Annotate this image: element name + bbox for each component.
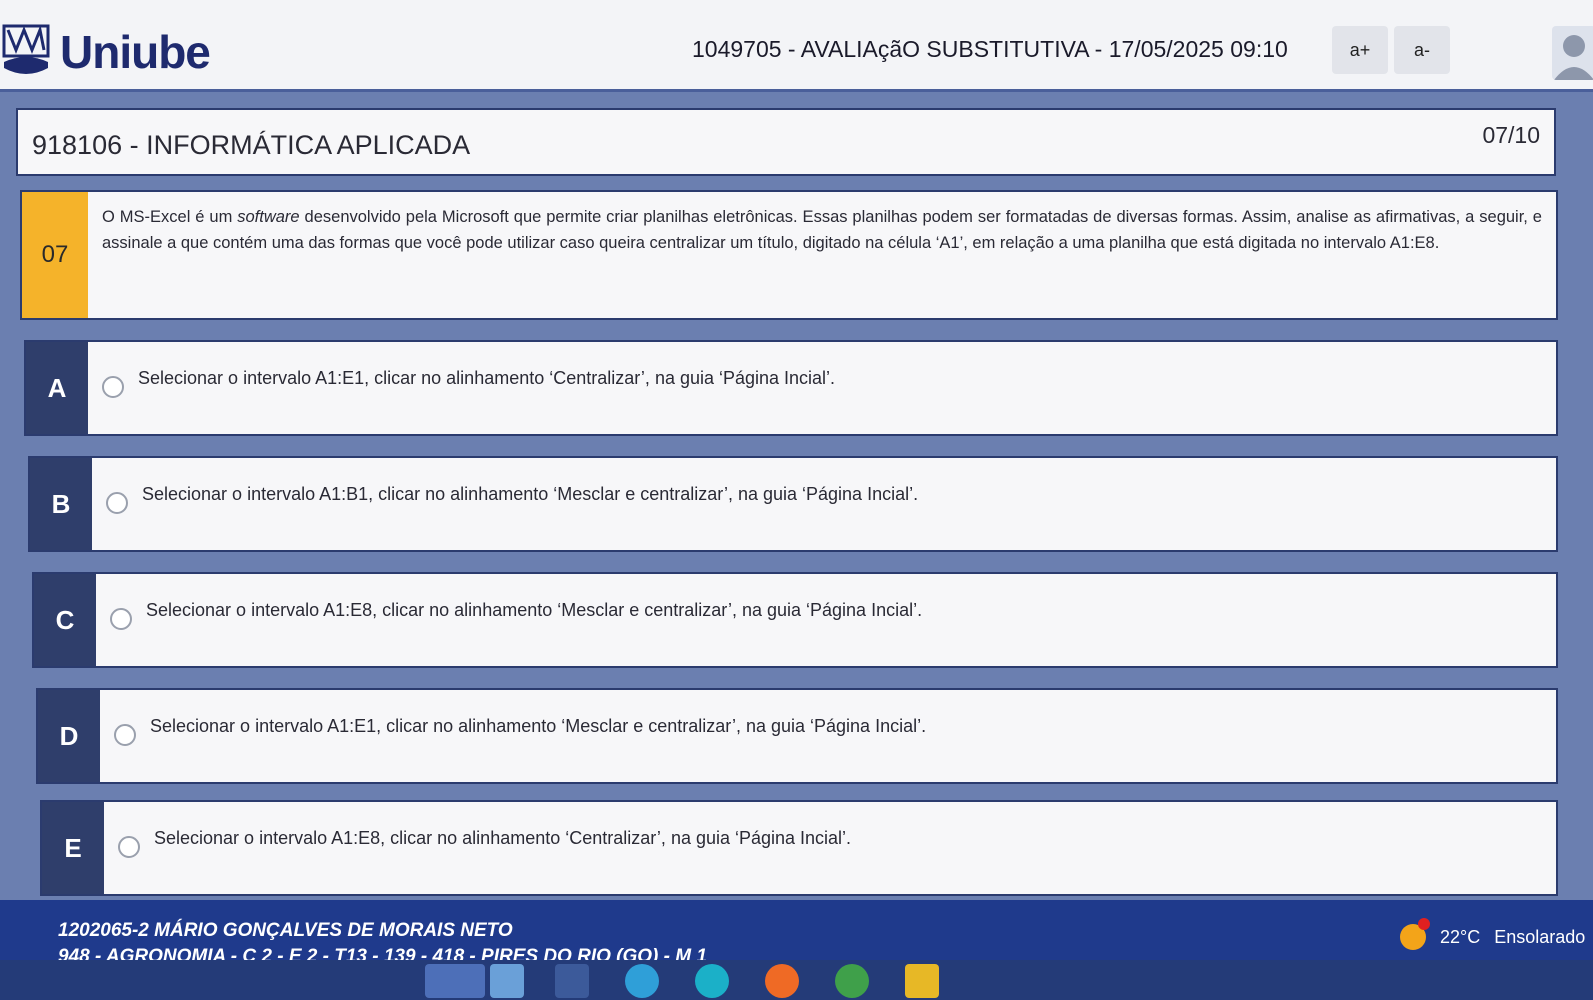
option-letter: D bbox=[38, 690, 100, 782]
option-b-radio[interactable] bbox=[106, 492, 128, 514]
weather-widget[interactable]: 22°C Ensolarado bbox=[1400, 918, 1586, 950]
option-text: Selecionar o intervalo A1:B1, clicar no … bbox=[142, 484, 919, 504]
increase-font-button[interactable]: a+ bbox=[1332, 26, 1388, 74]
sun-icon bbox=[1400, 918, 1430, 950]
task-view-icon[interactable] bbox=[555, 964, 589, 998]
exam-title: 1049705 - AVALIAçãO SUBSTITUTIVA - 17/05… bbox=[692, 36, 1288, 62]
option-letter: A bbox=[26, 342, 88, 434]
chrome-icon[interactable] bbox=[835, 964, 869, 998]
edge-icon[interactable] bbox=[695, 964, 729, 998]
option-text: Selecionar o intervalo A1:E1, clicar no … bbox=[150, 716, 927, 736]
question-card: 07 O MS-Excel é um software desenvolvido… bbox=[20, 190, 1558, 320]
folder-icon[interactable] bbox=[905, 964, 939, 998]
question-number: 07 bbox=[22, 192, 88, 318]
option-a-radio[interactable] bbox=[102, 376, 124, 398]
option-letter: E bbox=[42, 802, 104, 894]
option-e-radio[interactable] bbox=[118, 836, 140, 858]
firefox-icon[interactable] bbox=[765, 964, 799, 998]
student-name: 1202065-2 MÁRIO GONÇALVES DE MORAIS NETO bbox=[58, 920, 513, 941]
uniube-logo: Uniube bbox=[2, 22, 211, 82]
copilot-icon[interactable] bbox=[625, 964, 659, 998]
option-e[interactable]: E Selecionar o intervalo A1:E8, clicar n… bbox=[40, 800, 1558, 896]
exam-header: Uniube 1049705 - AVALIAçãO SUBSTITUTIVA … bbox=[0, 0, 1593, 92]
question-text: O MS-Excel é um software desenvolvido pe… bbox=[102, 208, 1542, 252]
decrease-font-button[interactable]: a- bbox=[1394, 26, 1450, 74]
search-icon[interactable] bbox=[425, 964, 485, 998]
option-text: Selecionar o intervalo A1:E8, clicar no … bbox=[146, 600, 923, 620]
question-progress: 07/10 bbox=[1482, 122, 1540, 148]
option-letter: C bbox=[34, 574, 96, 666]
option-letter: B bbox=[30, 458, 92, 550]
option-a[interactable]: A Selecionar o intervalo A1:E1, clicar n… bbox=[24, 340, 1558, 436]
file-explorer-icon[interactable] bbox=[490, 964, 524, 998]
weather-temperature: 22°C bbox=[1440, 926, 1481, 947]
option-d[interactable]: D Selecionar o intervalo A1:E1, clicar n… bbox=[36, 688, 1558, 784]
option-text: Selecionar o intervalo A1:E1, clicar no … bbox=[138, 368, 836, 388]
university-crest-icon bbox=[2, 24, 50, 74]
user-avatar[interactable] bbox=[1552, 26, 1593, 80]
course-bar: 918106 - INFORMÁTICA APLICADA 07/10 bbox=[16, 108, 1556, 176]
option-c[interactable]: C Selecionar o intervalo A1:E8, clicar n… bbox=[32, 572, 1558, 668]
weather-condition: Ensolarado bbox=[1494, 926, 1586, 947]
course-name: 918106 - INFORMÁTICA APLICADA bbox=[32, 130, 471, 160]
user-icon bbox=[1554, 35, 1593, 80]
option-text: Selecionar o intervalo A1:E8, clicar no … bbox=[154, 828, 852, 848]
option-c-radio[interactable] bbox=[110, 608, 132, 630]
option-b[interactable]: B Selecionar o intervalo A1:B1, clicar n… bbox=[28, 456, 1558, 552]
option-d-radio[interactable] bbox=[114, 724, 136, 746]
taskbar bbox=[0, 960, 1593, 1000]
logo-text: Uniube bbox=[60, 26, 211, 78]
